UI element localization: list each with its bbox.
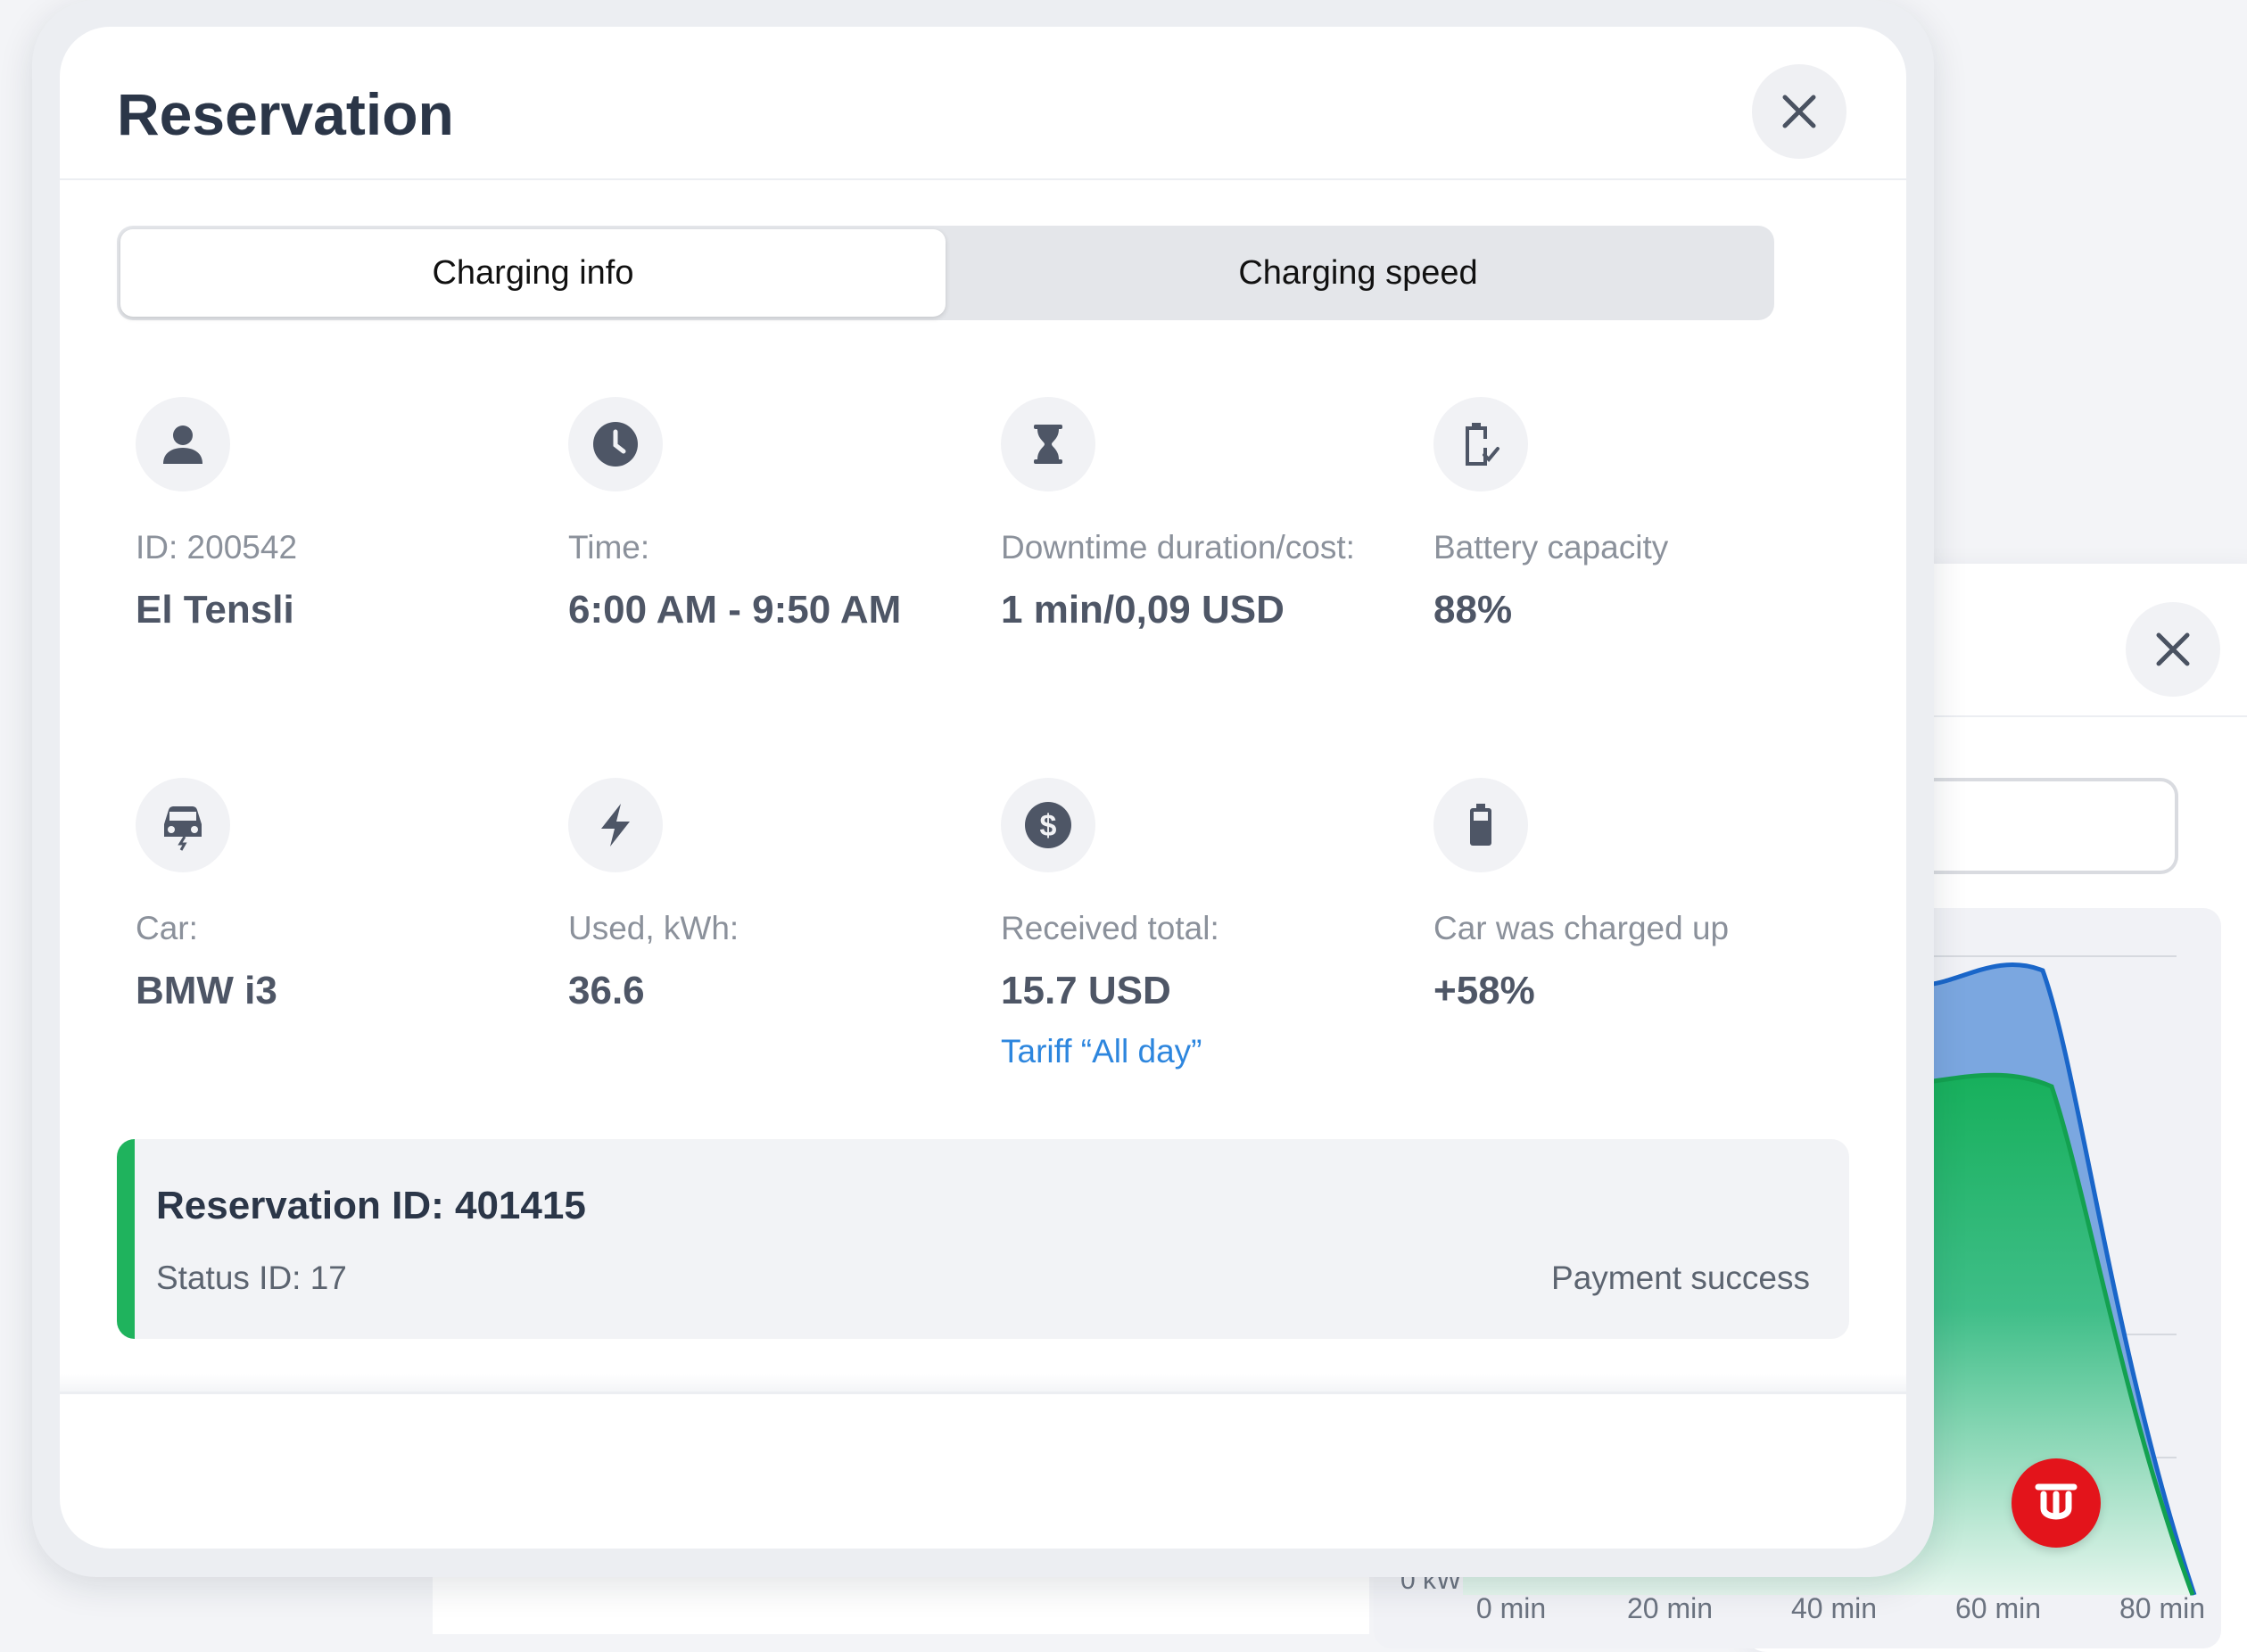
brand-logo-icon — [2035, 1483, 2078, 1520]
dollar-icon: $ — [1025, 802, 1071, 848]
stat-time: Time: 6:00 AM - 9:50 AM — [568, 397, 979, 632]
close-icon — [2156, 632, 2190, 666]
reservation-id: Reservation ID: 401415 — [156, 1184, 586, 1227]
stat-received-value: 15.7 USD — [1001, 969, 1171, 1012]
stat-user: ID: 200542 El Tensli — [136, 397, 546, 632]
clock-icon-wrap — [568, 397, 663, 491]
stat-car-value: BMW i3 — [136, 969, 277, 1012]
battery-icon — [1470, 804, 1491, 846]
tariff-link[interactable]: Tariff “All day” — [1001, 1033, 1411, 1070]
stat-used-label: Used, kWh: — [568, 910, 739, 946]
footer-divider — [60, 1392, 1906, 1394]
stat-battery-capacity: Battery capacity 88% — [1433, 397, 1844, 632]
battery-check-icon — [1466, 423, 1499, 466]
dollar-icon-wrap: $ — [1001, 778, 1095, 872]
stat-downtime-label: Downtime duration/cost: — [1001, 529, 1355, 566]
tab-bar: Charging info Charging speed — [117, 226, 1774, 320]
modal-title: Reservation — [117, 81, 454, 147]
stat-used-value: 36.6 — [568, 969, 645, 1012]
chart-x-tick: 60 min — [1954, 1592, 2042, 1624]
battery-check-icon-wrap — [1433, 397, 1528, 491]
stat-used: Used, kWh: 36.6 — [568, 778, 979, 1013]
stat-received-label: Received total: — [1001, 910, 1219, 946]
reservation-modal: Reservation Charging info Charging speed… — [60, 27, 1906, 1549]
stat-downtime: Downtime duration/cost: 1 min/0,09 USD — [1001, 397, 1411, 632]
brand-logo-badge[interactable] — [2012, 1458, 2101, 1548]
reservation-status-id: Status ID: 17 — [156, 1260, 347, 1296]
close-button[interactable] — [1752, 64, 1846, 159]
chart-x-tick: 40 min — [1790, 1592, 1878, 1624]
hourglass-icon — [1034, 425, 1062, 464]
chart-x-axis: 0 min 20 min 40 min 60 min 80 min — [1463, 1592, 2247, 1637]
stat-time-label: Time: — [568, 529, 650, 566]
lightning-icon-wrap — [568, 778, 663, 872]
payment-status: Payment success — [1551, 1260, 1810, 1296]
stat-user-value: El Tensli — [136, 588, 294, 632]
reservation-status-accent — [117, 1139, 135, 1339]
battery-icon-wrap — [1433, 778, 1528, 872]
hourglass-icon-wrap — [1001, 397, 1095, 491]
chart-x-tick: 20 min — [1626, 1592, 1714, 1624]
stat-car: Car: BMW i3 — [136, 778, 546, 1013]
clock-icon — [593, 422, 638, 467]
background-close-button[interactable] — [2126, 602, 2220, 697]
stat-charged-up-value: +58% — [1433, 969, 1535, 1012]
stat-battery-capacity-value: 88% — [1433, 588, 1513, 632]
footer-shadow — [60, 1374, 1906, 1392]
tab-charging-info[interactable]: Charging info — [120, 229, 946, 317]
chart-x-tick: 80 min — [2119, 1592, 2206, 1624]
stat-user-label: ID: 200542 — [136, 529, 298, 566]
svg-text:$: $ — [1040, 809, 1057, 843]
car-icon-wrap — [136, 778, 230, 872]
tab-charging-speed[interactable]: Charging speed — [946, 229, 1771, 317]
lightning-icon — [601, 804, 630, 847]
reservation-card: Reservation ID: 401415 Status ID: 17 Pay… — [117, 1139, 1849, 1339]
stat-downtime-value: 1 min/0,09 USD — [1001, 588, 1285, 632]
person-icon — [163, 425, 202, 464]
chart-x-tick: 0 min — [1475, 1592, 1547, 1624]
stat-charged-up: Car was charged up +58% — [1433, 778, 1844, 1013]
person-icon-wrap — [136, 397, 230, 491]
car-icon — [164, 806, 202, 851]
stat-battery-capacity-label: Battery capacity — [1433, 529, 1669, 566]
stat-time-value: 6:00 AM - 9:50 AM — [568, 588, 902, 632]
stat-car-label: Car: — [136, 910, 198, 946]
header-divider — [60, 178, 1906, 180]
close-icon — [1782, 95, 1816, 128]
stat-charged-up-label: Car was charged up — [1433, 910, 1730, 946]
stat-received: $ Received total: 15.7 USD Tariff “All d… — [1001, 778, 1411, 1070]
